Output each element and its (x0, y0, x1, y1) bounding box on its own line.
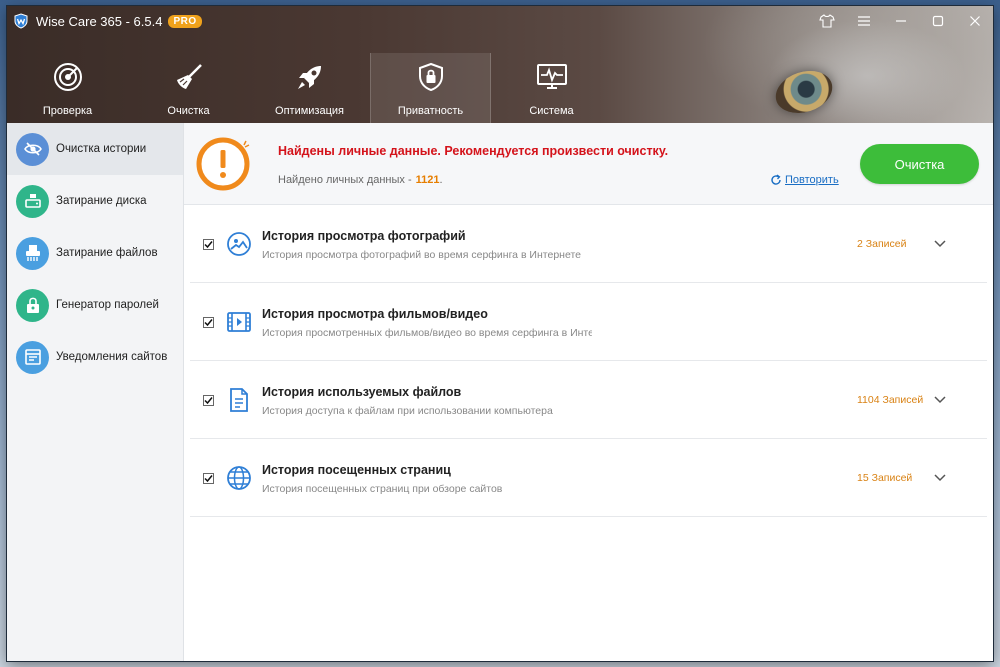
main-content: Найдены личные данные. Рекомендуется про… (184, 123, 993, 661)
menu-icon[interactable] (845, 6, 882, 36)
sidebar-item-label: Уведомления сайтов (56, 351, 168, 363)
warning-icon (194, 135, 252, 193)
item-count: 2 Записей (857, 238, 907, 250)
sidebar-item-file-shredder[interactable]: Затирание файлов (7, 227, 183, 279)
sidebar-item-label: Затирание файлов (56, 247, 158, 259)
tab-check-label: Проверка (42, 105, 93, 117)
found-count: 1121 (415, 174, 440, 186)
item-count: 1104 Записей (857, 394, 924, 406)
app-title: Wise Care 365 - 6.5.4 (36, 13, 163, 29)
item-description: История просмотра фотографий во время се… (262, 249, 581, 261)
tab-optimize[interactable]: Оптимизация (249, 53, 370, 123)
item-title: История просмотра фотографий (262, 229, 466, 243)
rescan-label: Повторить (785, 174, 839, 186)
tab-privacy-label: Приватность (397, 105, 464, 117)
sidebar-item-history-clean[interactable]: Очистка истории (7, 123, 183, 175)
lock-key-icon (16, 288, 49, 322)
sidebar-item-label: Очистка истории (56, 143, 147, 155)
monitor-pulse-icon (536, 61, 568, 93)
document-icon (226, 387, 252, 413)
site-notification-icon (16, 340, 49, 374)
shredder-icon (16, 236, 49, 270)
header: Wise Care 365 - 6.5.4 PRO Проверка Очист… (7, 6, 993, 123)
item-title: История посещенных страниц (262, 463, 451, 477)
main-nav: Проверка Очистка Оптимизация Приватность (7, 53, 612, 123)
film-icon (226, 309, 252, 335)
item-description: История посещенных страниц при обзоре са… (262, 483, 503, 495)
chevron-down-icon[interactable] (933, 392, 947, 406)
sidebar: Очистка истории Затирание диска Затирани… (7, 123, 184, 661)
globe-icon (226, 465, 252, 491)
window-controls (808, 6, 993, 36)
app-window: Wise Care 365 - 6.5.4 PRO Проверка Очист… (7, 6, 993, 661)
app-logo-icon (13, 13, 29, 29)
alert-summary: Найдено личных данных -1121. (278, 174, 443, 186)
photo-icon (226, 231, 252, 257)
tab-system[interactable]: Система (491, 53, 612, 123)
broom-icon (173, 61, 205, 93)
tab-clean-label: Очистка (167, 105, 210, 117)
list-item: История используемых файлов История дост… (190, 361, 987, 439)
tab-system-label: Система (529, 105, 574, 117)
sidebar-item-disk-eraser[interactable]: Затирание диска (7, 175, 183, 227)
tab-optimize-label: Оптимизация (275, 105, 344, 117)
radar-icon (52, 61, 84, 93)
tab-check[interactable]: Проверка (7, 53, 128, 123)
item-checkbox[interactable] (203, 395, 214, 406)
sidebar-item-password-generator[interactable]: Генератор паролей (7, 279, 183, 331)
chevron-down-icon[interactable] (933, 470, 947, 484)
tab-clean[interactable]: Очистка (128, 53, 249, 123)
sidebar-item-site-notifications[interactable]: Уведомления сайтов (7, 331, 183, 383)
item-checkbox[interactable] (203, 239, 214, 250)
item-checkbox[interactable] (203, 473, 214, 484)
item-title: История просмотра фильмов/видео (262, 307, 488, 321)
alert-summary-label: Найдено личных данных - (278, 174, 412, 186)
rocket-icon (294, 61, 326, 93)
refresh-icon (770, 174, 782, 186)
skin-icon[interactable] (808, 6, 845, 36)
eye-slash-icon (16, 132, 49, 166)
chevron-down-icon[interactable] (933, 236, 947, 250)
privacy-items-list: История просмотра фотографий История про… (184, 205, 993, 517)
close-icon[interactable] (956, 6, 993, 36)
sidebar-item-label: Затирание диска (56, 195, 147, 207)
item-title: История используемых файлов (262, 385, 462, 399)
cat-eye-background (770, 64, 838, 120)
item-checkbox[interactable] (203, 317, 214, 328)
rescan-link[interactable]: Повторить (770, 174, 839, 186)
scan-result-banner: Найдены личные данные. Рекомендуется про… (184, 123, 993, 205)
list-item: История просмотра фильмов/видео История … (190, 283, 987, 361)
titlebar: Wise Care 365 - 6.5.4 PRO (7, 6, 993, 36)
minimize-icon[interactable] (882, 6, 919, 36)
item-description: История доступа к файлам при использован… (262, 405, 553, 417)
pro-badge: PRO (168, 14, 202, 28)
shield-lock-icon (415, 61, 447, 93)
alert-summary-suffix: . (439, 174, 443, 186)
item-count: 15 Записей (857, 472, 913, 484)
tab-privacy[interactable]: Приватность (370, 53, 491, 123)
sidebar-item-label: Генератор паролей (56, 299, 159, 311)
list-item: История посещенных страниц История посещ… (190, 439, 987, 517)
item-description: История просмотренных фильмов/видео во в… (262, 327, 592, 339)
disk-eraser-icon (16, 184, 49, 218)
maximize-icon[interactable] (919, 6, 956, 36)
alert-title: Найдены личные данные. Рекомендуется про… (278, 144, 669, 158)
clean-button[interactable]: Очистка (860, 144, 979, 184)
list-item: История просмотра фотографий История про… (190, 205, 987, 283)
